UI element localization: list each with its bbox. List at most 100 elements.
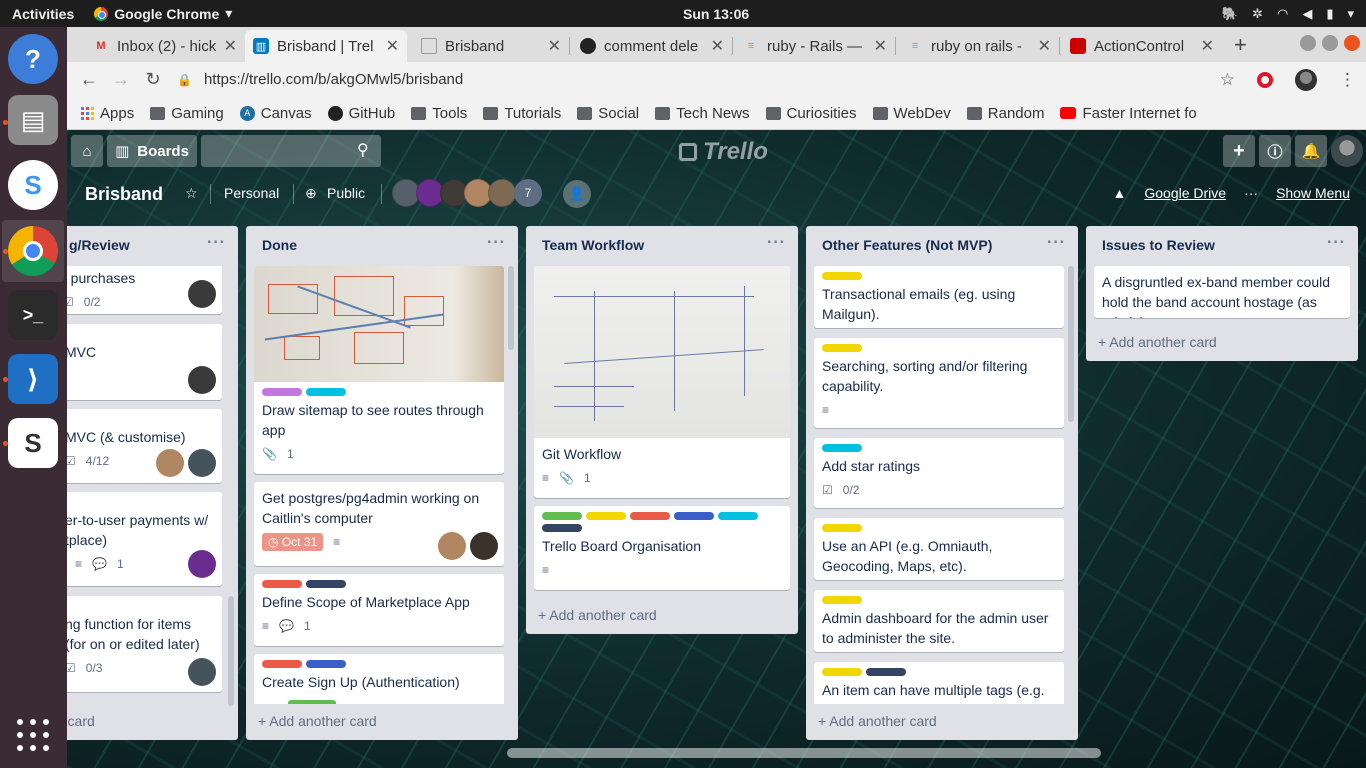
member-count-badge[interactable]: 7 bbox=[514, 179, 542, 207]
help-icon[interactable]: ? bbox=[8, 34, 58, 84]
member-avatar[interactable] bbox=[188, 550, 216, 578]
simplenote-icon[interactable]: S bbox=[8, 160, 58, 210]
add-card-button[interactable]: + Add another card bbox=[246, 704, 518, 740]
list-scrollbar[interactable] bbox=[228, 266, 234, 706]
activities-button[interactable]: Activities bbox=[12, 6, 74, 22]
file-cabinet-icon[interactable]: ▤ bbox=[8, 95, 58, 145]
user-avatar[interactable] bbox=[1331, 135, 1363, 167]
show-applications-icon[interactable] bbox=[17, 719, 49, 751]
terminal-icon[interactable]: >_ bbox=[8, 290, 58, 340]
trello-logo[interactable]: Trello bbox=[679, 138, 768, 166]
list-menu-icon[interactable]: ··· bbox=[767, 234, 786, 252]
minimize-button[interactable] bbox=[1300, 35, 1316, 51]
bookmark-apps[interactable]: Apps bbox=[81, 105, 134, 122]
slack-icon[interactable]: S bbox=[8, 418, 58, 468]
more-menu-icon[interactable]: ⋮ bbox=[1339, 70, 1356, 90]
tab-trello[interactable]: ▥ Brisband | Trel ✕ bbox=[245, 30, 407, 62]
invite-member-icon[interactable]: 👤 bbox=[563, 180, 591, 208]
google-drive-link[interactable]: Google Drive bbox=[1144, 185, 1226, 201]
card[interactable]: Define Scope of Marketplace App ≡ 💬 1 bbox=[254, 574, 504, 646]
add-card-button[interactable]: + Add another card bbox=[526, 598, 798, 634]
boards-button[interactable]: ▥ Boards bbox=[107, 135, 197, 167]
board-horizontal-scrollbar[interactable] bbox=[507, 748, 1101, 758]
opera-extension-icon[interactable] bbox=[1257, 71, 1273, 88]
tab-github[interactable]: comment dele ✕ bbox=[572, 30, 732, 62]
bookmark-github[interactable]: GitHub bbox=[327, 105, 395, 122]
card[interactable]: Admin dashboard for the admin user to ad… bbox=[814, 590, 1064, 652]
card[interactable]: Add star ratings ☑ 0/2 bbox=[814, 438, 1064, 508]
back-button[interactable]: ← bbox=[73, 69, 105, 90]
card[interactable]: er-to-user payments w/ tplace) ≡ 💬 1 bbox=[67, 492, 222, 586]
team-visibility-button[interactable]: Personal bbox=[224, 185, 279, 201]
bookmark-faster-internet[interactable]: Faster Internet fo bbox=[1060, 105, 1197, 122]
card[interactable]: Git Workflow ≡ 📎 1 bbox=[534, 266, 790, 498]
card[interactable]: Use an API (e.g. Omniauth, Geocoding, Ma… bbox=[814, 518, 1064, 580]
chevron-down-icon[interactable]: ▾ bbox=[1347, 6, 1354, 22]
maximize-button[interactable] bbox=[1322, 35, 1338, 51]
chrome-icon[interactable] bbox=[8, 226, 58, 276]
search-icon[interactable]: ⚲ bbox=[357, 140, 369, 160]
card[interactable]: Transactional emails (eg. using Mailgun)… bbox=[814, 266, 1064, 328]
tab-stackoverflow-2[interactable]: ≡ ruby on rails - ✕ bbox=[899, 30, 1059, 62]
list-header[interactable]: g/Review ··· bbox=[67, 226, 238, 266]
postgres-icon[interactable]: 🐘 bbox=[1222, 6, 1238, 22]
close-icon[interactable]: ✕ bbox=[1201, 36, 1214, 56]
card[interactable]: Trello Board Organisation ≡ bbox=[534, 506, 790, 590]
bookmark-random[interactable]: Random bbox=[966, 105, 1044, 122]
bookmark-tutorials[interactable]: Tutorials bbox=[483, 105, 561, 122]
add-card-button[interactable]: + Add another card bbox=[1086, 325, 1358, 361]
close-icon[interactable]: ✕ bbox=[548, 36, 561, 56]
card[interactable]: n purchases ☑0/2 bbox=[67, 266, 222, 314]
scroll-thumb[interactable] bbox=[228, 596, 234, 706]
card[interactable]: Create Sign Up (Authentication) bbox=[254, 654, 504, 704]
list-header[interactable]: Issues to Review ··· bbox=[1086, 226, 1358, 266]
close-icon[interactable]: ✕ bbox=[1038, 36, 1051, 56]
new-tab-button[interactable]: + bbox=[1234, 32, 1247, 58]
member-avatar[interactable] bbox=[188, 280, 216, 308]
tab-rails[interactable]: ActionControl ✕ bbox=[1062, 30, 1222, 62]
bookmark-webdev[interactable]: WebDev bbox=[872, 105, 951, 122]
list-menu-icon[interactable]: ··· bbox=[1047, 234, 1066, 252]
card[interactable]: MVC (& customise) ☑ 4/12 bbox=[67, 409, 222, 483]
address-bar[interactable]: 🔒 https://trello.com/b/akgOMwl5/brisband bbox=[177, 66, 1237, 93]
scroll-thumb[interactable] bbox=[508, 266, 514, 350]
clock[interactable]: Sun 13:06 bbox=[683, 6, 749, 22]
list-scrollbar[interactable] bbox=[508, 266, 514, 700]
bookmark-curiosities[interactable]: Curiosities bbox=[765, 105, 857, 122]
board-search-input[interactable] bbox=[201, 135, 381, 167]
bookmark-social[interactable]: Social bbox=[577, 105, 639, 122]
notifications-button[interactable]: 🔔 bbox=[1295, 135, 1327, 167]
card[interactable]: An item can have multiple tags (e.g. bbox=[814, 662, 1064, 704]
settings-gear-icon[interactable]: ✲ bbox=[1252, 6, 1263, 22]
card[interactable]: Draw sitemap to see routes through app 📎… bbox=[254, 266, 504, 474]
tab-brisband-doc[interactable]: Brisband ✕ bbox=[413, 30, 569, 62]
info-button[interactable]: ⓘ bbox=[1259, 135, 1291, 167]
tab-gmail[interactable]: M Inbox (2) - hick ✕ bbox=[85, 30, 245, 62]
reload-button[interactable]: ↻ bbox=[137, 69, 169, 90]
member-avatar[interactable] bbox=[488, 179, 516, 207]
profile-avatar[interactable] bbox=[1295, 68, 1317, 91]
vscode-icon[interactable]: ⟩ bbox=[8, 354, 58, 404]
bookmark-tech-news[interactable]: Tech News bbox=[655, 105, 750, 122]
member-avatar[interactable] bbox=[188, 658, 216, 686]
board-title[interactable]: Brisband bbox=[85, 184, 163, 205]
list-header[interactable]: Team Workflow ··· bbox=[526, 226, 798, 266]
member-avatar[interactable] bbox=[188, 449, 216, 477]
list-menu-icon[interactable]: ··· bbox=[207, 234, 226, 252]
card[interactable]: A disgruntled ex-band member could hold … bbox=[1094, 266, 1350, 318]
add-card-button[interactable]: + Add another card bbox=[806, 704, 1078, 740]
list-menu-icon[interactable]: ··· bbox=[487, 234, 506, 252]
list-menu-icon[interactable]: ··· bbox=[1327, 234, 1346, 252]
list-header[interactable]: Done ··· bbox=[246, 226, 518, 266]
bookmark-tools[interactable]: Tools bbox=[411, 105, 467, 122]
bookmark-canvas[interactable]: A Canvas bbox=[239, 105, 312, 122]
member-avatar[interactable] bbox=[470, 532, 498, 560]
card[interactable]: ng function for items (for on or edited … bbox=[67, 596, 222, 692]
member-avatar[interactable] bbox=[188, 366, 216, 394]
list-scrollbar[interactable] bbox=[1068, 266, 1074, 700]
close-icon[interactable]: ✕ bbox=[386, 36, 399, 56]
star-icon[interactable]: ☆ bbox=[185, 185, 198, 202]
card[interactable]: Searching, sorting and/or filtering capa… bbox=[814, 338, 1064, 428]
close-icon[interactable]: ✕ bbox=[874, 36, 887, 56]
add-card-button[interactable]: r card bbox=[67, 704, 238, 740]
